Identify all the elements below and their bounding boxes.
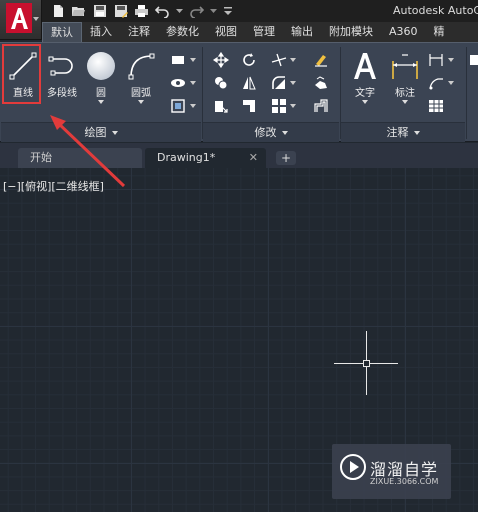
play-logo-icon	[340, 454, 366, 480]
annotation-arrow-icon	[50, 115, 126, 188]
watermark: 溜溜自学 ZIXUE.3066.COM	[332, 444, 451, 499]
crosshair-pickbox	[363, 360, 370, 367]
watermark-subtitle: ZIXUE.3066.COM	[370, 477, 439, 486]
